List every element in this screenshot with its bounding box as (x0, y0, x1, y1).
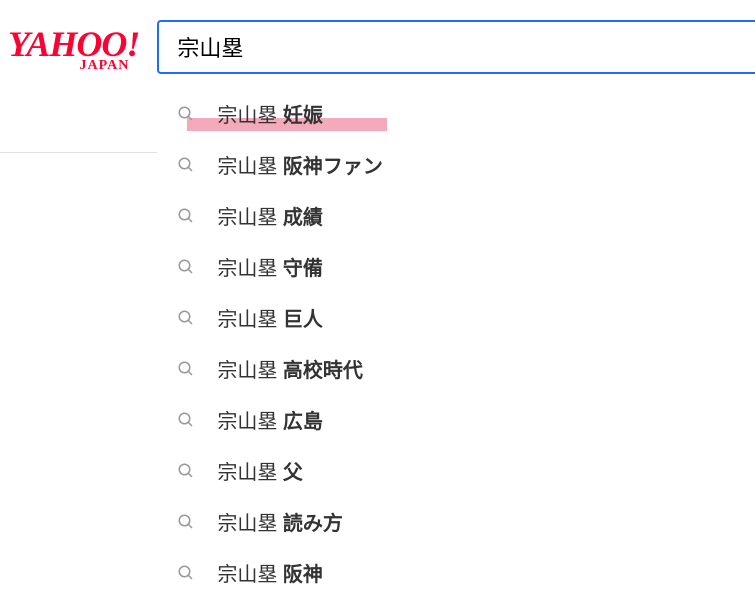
suggestion-completion: 妊娠 (283, 105, 323, 127)
suggestion-completion: 父 (283, 462, 303, 484)
search-container: 宗山塁 妊娠宗山塁 阪神ファン宗山塁 成績宗山塁 守備宗山塁 巨人宗山塁 高校時… (157, 20, 755, 74)
search-icon (177, 360, 195, 378)
suggestion-text: 宗山塁 読み方 (217, 507, 343, 536)
logo-main-text: YAHOO! (8, 28, 139, 60)
suggestion-text: 宗山塁 成績 (217, 201, 323, 230)
yahoo-logo[interactable]: YAHOO! JAPAN (8, 28, 139, 74)
search-icon (177, 156, 195, 174)
suggestion-item[interactable]: 宗山塁 阪神ファン (157, 139, 755, 190)
suggestion-prefix: 宗山塁 (217, 105, 283, 127)
suggestion-text: 宗山塁 高校時代 (217, 354, 363, 383)
suggestion-text: 宗山塁 広島 (217, 405, 323, 434)
suggestion-prefix: 宗山塁 (217, 411, 283, 433)
suggestion-text: 宗山塁 阪神ファン (217, 150, 383, 179)
suggestion-prefix: 宗山塁 (217, 360, 283, 382)
suggestion-prefix: 宗山塁 (217, 207, 283, 229)
suggestion-item[interactable]: 宗山塁 妊娠 (157, 88, 755, 139)
suggestion-prefix: 宗山塁 (217, 309, 283, 331)
search-icon (177, 513, 195, 531)
suggestion-text: 宗山塁 巨人 (217, 303, 323, 332)
suggestion-completion: 高校時代 (283, 360, 363, 382)
suggestion-item[interactable]: 宗山塁 巨人 (157, 292, 755, 343)
suggestion-item[interactable]: 宗山塁 広島 (157, 394, 755, 445)
suggestion-completion: 阪神 (283, 564, 323, 586)
suggestion-completion: 巨人 (283, 309, 323, 331)
search-icon (177, 207, 195, 225)
search-icon (177, 105, 195, 123)
suggestion-item[interactable]: 宗山塁 高校時代 (157, 343, 755, 394)
suggestion-completion: 成績 (283, 207, 323, 229)
search-icon (177, 411, 195, 429)
search-icon (177, 309, 195, 327)
search-icon (177, 258, 195, 276)
suggestion-prefix: 宗山塁 (217, 564, 283, 586)
suggestion-item[interactable]: 宗山塁 守備 (157, 241, 755, 292)
suggestion-completion: 読み方 (283, 513, 343, 535)
suggestion-text: 宗山塁 父 (217, 456, 303, 485)
header: YAHOO! JAPAN 宗山塁 妊娠宗山塁 阪神ファン宗山塁 成績宗山塁 守備… (0, 0, 755, 74)
search-icon (177, 462, 195, 480)
suggestion-completion: 広島 (283, 411, 323, 433)
suggestion-item[interactable]: 宗山塁 阪神 (157, 547, 755, 598)
suggestion-text: 宗山塁 守備 (217, 252, 323, 281)
search-input[interactable] (157, 20, 755, 74)
suggestion-prefix: 宗山塁 (217, 258, 283, 280)
suggestion-completion: 守備 (283, 258, 323, 280)
suggestion-prefix: 宗山塁 (217, 462, 283, 484)
suggestion-text: 宗山塁 阪神 (217, 558, 323, 587)
suggestion-item[interactable]: 宗山塁 成績 (157, 190, 755, 241)
suggestion-completion: 阪神ファン (283, 156, 383, 178)
suggestions-dropdown: 宗山塁 妊娠宗山塁 阪神ファン宗山塁 成績宗山塁 守備宗山塁 巨人宗山塁 高校時… (157, 88, 755, 598)
suggestion-text: 宗山塁 妊娠 (217, 99, 323, 128)
suggestion-prefix: 宗山塁 (217, 513, 283, 535)
suggestion-prefix: 宗山塁 (217, 156, 283, 178)
suggestion-item[interactable]: 宗山塁 父 (157, 445, 755, 496)
suggestion-item[interactable]: 宗山塁 読み方 (157, 496, 755, 547)
search-icon (177, 564, 195, 582)
